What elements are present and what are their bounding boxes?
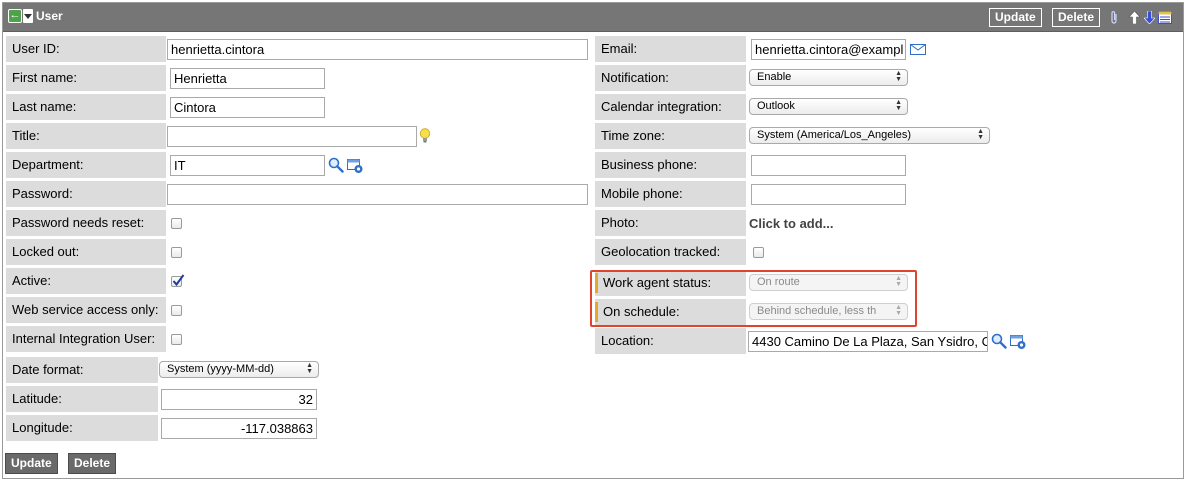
calendar-integration-label: Calendar integration: — [595, 94, 746, 120]
user-form-window: ← User Update Delete User ID: henrietta.… — [2, 2, 1184, 479]
date-format-value: System (yyyy-MM-dd) — [167, 363, 274, 375]
geolocation-tracked-label: Geolocation tracked: — [595, 239, 746, 265]
notification-value: Enable — [757, 71, 792, 83]
location-label: Location: — [595, 328, 746, 354]
web-service-access-only-checkbox[interactable] — [171, 305, 182, 316]
department-search-icon[interactable] — [328, 157, 344, 173]
time-zone-label: Time zone: — [595, 123, 746, 149]
back-arrow-icon[interactable]: ← — [8, 9, 22, 23]
longitude-label: Longitude: — [6, 415, 158, 441]
latitude-label: Latitude: — [6, 386, 158, 412]
email-input[interactable]: henrietta.cintora@exampl — [751, 39, 906, 60]
list-view-icon[interactable] — [1158, 11, 1172, 24]
active-checkbox[interactable] — [171, 274, 185, 287]
send-email-icon[interactable] — [910, 44, 926, 55]
department-input[interactable]: IT — [170, 155, 325, 176]
last-name-input[interactable]: Cintora — [170, 97, 325, 118]
web-service-access-only-label: Web service access only: — [6, 297, 166, 323]
arrow-down-icon[interactable] — [1144, 11, 1155, 24]
date-format-label: Date format: — [6, 357, 158, 383]
mobile-phone-label: Mobile phone: — [595, 181, 746, 207]
photo-label: Photo: — [595, 210, 746, 236]
location-new-record-icon[interactable] — [1010, 334, 1027, 350]
password-label: Password: — [6, 181, 166, 207]
header-update-button[interactable]: Update — [989, 8, 1042, 27]
select-arrows-icon: ▲ ▼ — [977, 128, 984, 141]
title-input[interactable] — [167, 126, 417, 147]
time-zone-select[interactable]: System (America/Los_Angeles) ▲ ▼ — [749, 127, 990, 144]
business-phone-input[interactable] — [751, 155, 906, 176]
footer-update-button[interactable]: Update — [5, 453, 58, 474]
user-id-label: User ID: — [6, 36, 166, 62]
locked-out-label: Locked out: — [6, 239, 166, 265]
business-phone-label: Business phone: — [595, 152, 746, 178]
select-arrows-icon: ▲ ▼ — [895, 99, 902, 112]
active-label: Active: — [6, 268, 166, 294]
select-arrows-icon: ▲ ▼ — [306, 362, 313, 375]
highlight-box — [590, 270, 917, 327]
header-delete-button[interactable]: Delete — [1052, 8, 1101, 27]
title-bar: ← User Update Delete — [3, 3, 1183, 32]
footer-delete-button[interactable]: Delete — [68, 453, 117, 474]
date-format-select[interactable]: System (yyyy-MM-dd) ▲ ▼ — [159, 361, 319, 378]
department-new-record-icon[interactable] — [347, 158, 364, 174]
first-name-input[interactable]: Henrietta — [170, 68, 325, 89]
longitude-input[interactable]: -117.038863 — [161, 418, 317, 439]
password-needs-reset-checkbox[interactable] — [171, 218, 182, 229]
time-zone-value: System (America/Los_Angeles) — [757, 129, 912, 141]
select-arrows-icon: ▲ ▼ — [895, 70, 902, 83]
internal-integration-user-checkbox[interactable] — [171, 334, 182, 345]
notification-label: Notification: — [595, 65, 746, 91]
checkmark-icon — [172, 274, 185, 287]
arrow-up-icon[interactable] — [1129, 11, 1140, 24]
first-name-label: First name: — [6, 65, 166, 91]
password-input[interactable] — [167, 184, 588, 205]
latitude-input[interactable]: 32 — [161, 389, 317, 410]
locked-out-checkbox[interactable] — [171, 247, 182, 258]
calendar-integration-value: Outlook — [757, 100, 795, 112]
title-label: Title: — [6, 123, 166, 149]
department-label: Department: — [6, 152, 166, 178]
attachment-icon[interactable] — [1110, 11, 1119, 24]
form-title: User — [36, 9, 63, 23]
last-name-label: Last name: — [6, 94, 166, 120]
location-input[interactable]: 4430 Camino De La Plaza, San Ysidro, C — [748, 331, 988, 352]
context-menu-icon[interactable] — [23, 9, 33, 23]
mobile-phone-input[interactable] — [751, 184, 906, 205]
photo-add-link[interactable]: Click to add... — [749, 216, 834, 231]
geolocation-tracked-checkbox[interactable] — [753, 247, 764, 258]
password-needs-reset-label: Password needs reset: — [6, 210, 166, 236]
location-search-icon[interactable] — [991, 333, 1007, 349]
calendar-integration-select[interactable]: Outlook ▲ ▼ — [749, 98, 908, 115]
internal-integration-user-label: Internal Integration User: — [6, 326, 166, 352]
user-id-input[interactable]: henrietta.cintora — [167, 39, 588, 60]
notification-select[interactable]: Enable ▲ ▼ — [749, 69, 908, 86]
email-label: Email: — [595, 36, 746, 62]
lightbulb-icon[interactable] — [419, 128, 431, 143]
